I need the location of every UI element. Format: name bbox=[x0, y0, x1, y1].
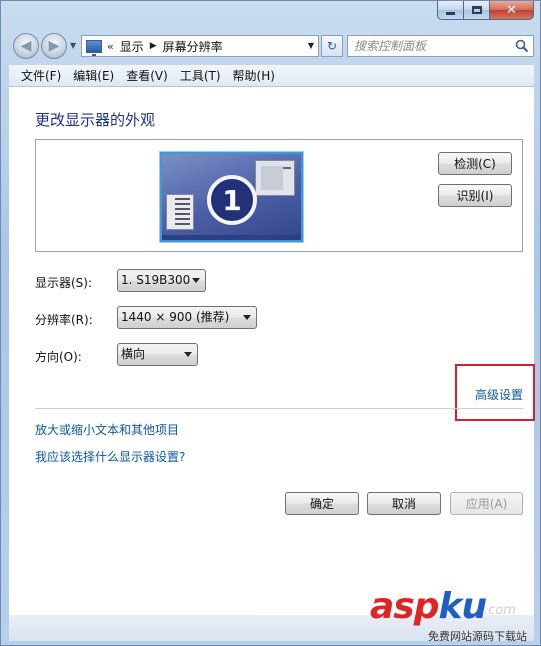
address-overflow[interactable]: « bbox=[107, 40, 114, 53]
close-icon: ✕ bbox=[506, 2, 517, 18]
maximize-button[interactable] bbox=[464, 1, 490, 20]
minimize-button[interactable] bbox=[437, 1, 464, 20]
ok-button[interactable]: 确定 bbox=[285, 492, 359, 515]
close-button[interactable]: ✕ bbox=[490, 1, 534, 20]
resolution-select-value: 1440 × 900 (推荐) bbox=[121, 310, 230, 324]
search-box[interactable] bbox=[347, 35, 534, 57]
resolution-select[interactable]: 1440 × 900 (推荐) bbox=[117, 306, 257, 329]
divider bbox=[35, 408, 523, 409]
orientation-select[interactable]: 横向 bbox=[117, 343, 198, 366]
menu-tools[interactable]: 工具(T) bbox=[174, 66, 227, 86]
navigation-bar: ◀ ▶ ▼ « 显示 ▶ 屏幕分辨率 ▼ ↻ bbox=[9, 29, 534, 63]
menu-help[interactable]: 帮助(H) bbox=[227, 66, 281, 86]
watermark-domain: .com bbox=[484, 603, 516, 618]
refresh-icon: ↻ bbox=[326, 39, 338, 53]
aspku-watermark-logo: aspku bbox=[370, 586, 487, 627]
text-size-link[interactable]: 放大或缩小文本和其他项目 bbox=[35, 421, 179, 438]
minimize-icon bbox=[446, 11, 455, 15]
monitor-number-badge: 1 bbox=[207, 175, 257, 225]
breadcrumb-chevron-icon[interactable]: ▶ bbox=[150, 41, 157, 51]
forward-arrow-icon: ▶ bbox=[48, 38, 60, 54]
menu-bar: 文件(F) 编辑(E) 查看(V) 工具(T) 帮助(H) bbox=[9, 65, 534, 87]
monitor-preview-panel: 1 检测(C) 识别(I) bbox=[35, 139, 523, 252]
control-panel-icon bbox=[86, 39, 102, 56]
back-button[interactable]: ◀ bbox=[13, 33, 39, 59]
forward-button[interactable]: ▶ bbox=[41, 33, 67, 59]
address-bar[interactable]: « 显示 ▶ 屏幕分辨率 ▼ bbox=[81, 35, 319, 57]
chevron-down-icon bbox=[192, 278, 200, 283]
breadcrumb-display[interactable]: 显示 bbox=[120, 38, 144, 55]
page-title: 更改显示器的外观 bbox=[35, 111, 156, 129]
recent-pages-dropdown-icon[interactable]: ▼ bbox=[70, 41, 76, 50]
search-input[interactable] bbox=[348, 36, 508, 56]
content-area: 更改显示器的外观 1 检测(C) 识别(I) 显示器(S): 1. S19B30… bbox=[9, 87, 535, 615]
display-select-value: 1. S19B300 bbox=[121, 273, 191, 287]
window-frame: ✕ ◀ ▶ ▼ « 显示 ▶ 屏幕分辨率 ▼ ↻ 文 bbox=[0, 0, 541, 646]
apply-button[interactable]: 应用(A) bbox=[450, 492, 523, 515]
cancel-button[interactable]: 取消 bbox=[367, 492, 441, 515]
address-dropdown-icon[interactable]: ▼ bbox=[308, 41, 314, 50]
watermark-subtitle: 免费网站源码下载站 bbox=[428, 630, 527, 643]
display-settings-help-link[interactable]: 我应该选择什么显示器设置? bbox=[35, 448, 185, 465]
resolution-label: 分辨率(R): bbox=[35, 313, 93, 327]
monitor-1-icon[interactable]: 1 bbox=[160, 152, 303, 242]
display-select[interactable]: 1. S19B300 bbox=[117, 269, 206, 292]
maximize-icon bbox=[471, 6, 482, 14]
orientation-label: 方向(O): bbox=[35, 350, 82, 364]
back-arrow-icon: ◀ bbox=[20, 38, 32, 54]
identify-button[interactable]: 识别(I) bbox=[438, 184, 512, 207]
detect-button[interactable]: 检测(C) bbox=[438, 152, 512, 175]
search-icon[interactable] bbox=[515, 39, 529, 53]
highlight-annotation bbox=[455, 364, 535, 421]
menu-file[interactable]: 文件(F) bbox=[15, 66, 67, 86]
caption-buttons: ✕ bbox=[437, 1, 534, 21]
chevron-down-icon bbox=[184, 352, 192, 357]
breadcrumb-resolution[interactable]: 屏幕分辨率 bbox=[163, 38, 223, 55]
monitor-taskbar bbox=[162, 235, 301, 240]
menu-edit[interactable]: 编辑(E) bbox=[67, 66, 120, 86]
menu-view[interactable]: 查看(V) bbox=[120, 66, 174, 86]
orientation-select-value: 横向 bbox=[121, 347, 146, 361]
chevron-down-icon bbox=[243, 315, 251, 320]
display-label: 显示器(S): bbox=[35, 276, 93, 290]
monitor-window-icon bbox=[166, 194, 194, 230]
monitor-window-icon bbox=[255, 160, 295, 196]
refresh-button[interactable]: ↻ bbox=[321, 35, 343, 57]
